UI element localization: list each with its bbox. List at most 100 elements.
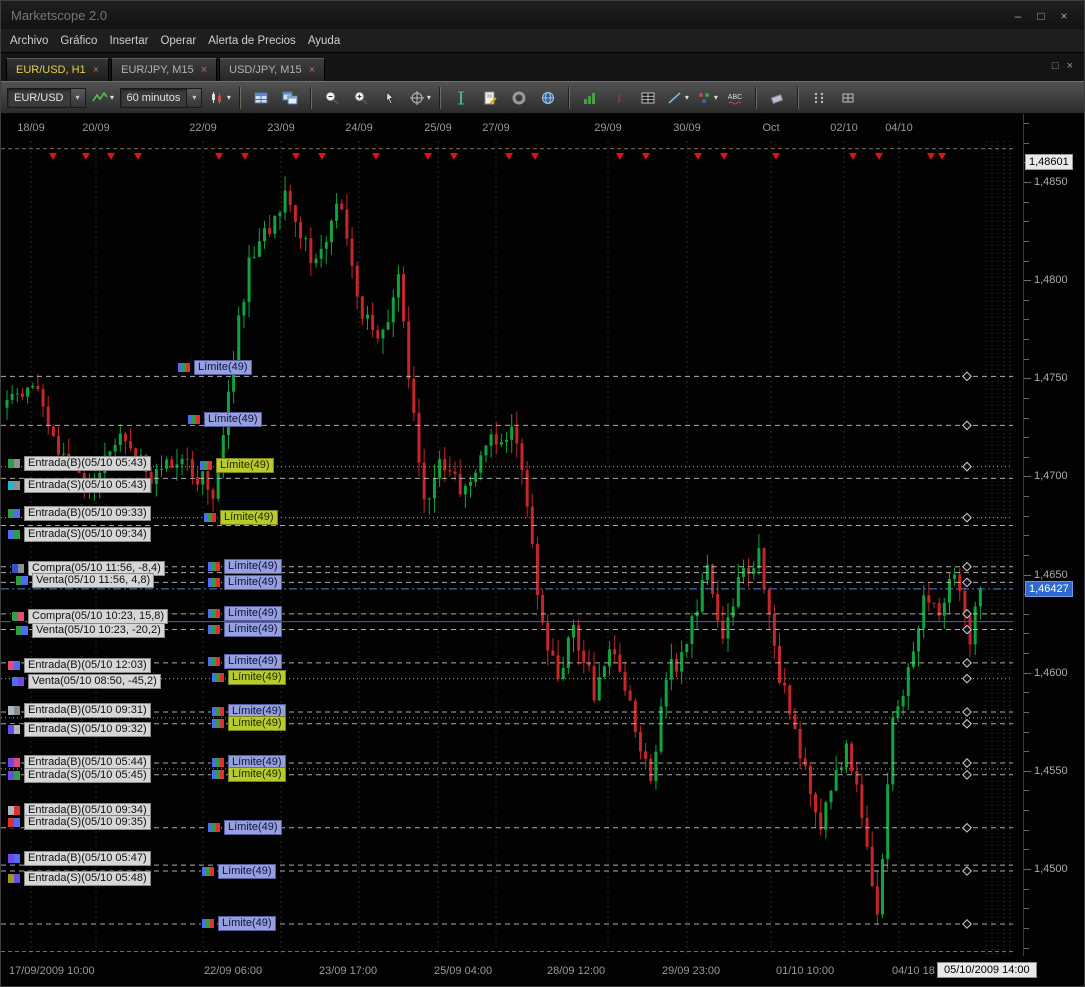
eraser-button[interactable] — [765, 86, 789, 110]
pointer-button[interactable] — [378, 86, 402, 110]
order-entry-label[interactable]: Entrada(S)(05/10 05:43) — [7, 478, 151, 493]
price-tick — [1024, 869, 1031, 870]
current-time-badge: 05/10/2009 14:00 — [937, 962, 1037, 978]
close-button[interactable]: × — [1054, 9, 1074, 23]
tab-eur-jpy-m15[interactable]: EUR/JPY, M15× — [111, 58, 217, 81]
price-tick — [1024, 751, 1029, 752]
tile-windows-button[interactable] — [278, 86, 302, 110]
menu-item-operar[interactable]: Operar — [160, 35, 196, 47]
tab-close-icon[interactable]: × — [309, 64, 315, 76]
order-entry-label[interactable]: Entrada(B)(05/10 09:31) — [7, 703, 151, 718]
order-entry-label[interactable]: Venta(05/10 08:50, -45,2) — [11, 674, 161, 689]
svg-text:I: I — [617, 91, 621, 105]
order-entry-label[interactable]: Entrada(S)(05/10 05:48) — [7, 871, 151, 886]
color-chip — [18, 564, 24, 573]
order-entry-label[interactable]: Entrada(S)(05/10 09:32) — [7, 722, 151, 737]
timeframe-select[interactable]: 60 minutos▾ — [120, 88, 203, 108]
zoom-in-button[interactable] — [349, 86, 373, 110]
limit-order-label[interactable]: Límite(49) — [211, 716, 286, 731]
color-chip — [216, 823, 220, 832]
zoom-in-icon — [352, 89, 370, 107]
order-entry-label[interactable]: Entrada(S)(05/10 09:34) — [7, 527, 151, 542]
time-axis-top[interactable]: 18/0920/0922/0923/0924/0925/0927/0929/09… — [1, 114, 1023, 141]
limit-order-label[interactable]: Límite(49) — [203, 510, 278, 525]
menu-item-alerta-de-precios[interactable]: Alerta de Precios — [208, 35, 296, 47]
tab-close-icon[interactable]: × — [93, 64, 99, 76]
menu-item-ayuda[interactable]: Ayuda — [308, 35, 340, 47]
bottom-axis-label: 29/09 23:00 — [662, 965, 720, 977]
new-chart-window-button[interactable] — [249, 86, 273, 110]
limit-order-label[interactable]: Límite(49) — [207, 820, 282, 835]
more-tools-button[interactable] — [807, 86, 831, 110]
order-entry-label[interactable]: Entrada(S)(05/10 09:35) — [7, 815, 151, 830]
layout-grid-button[interactable] — [836, 86, 860, 110]
zoom-out-button[interactable] — [320, 86, 344, 110]
price-tick — [1024, 359, 1029, 360]
order-marker-icon — [7, 529, 21, 540]
limit-order-label[interactable]: Límite(49) — [207, 559, 282, 574]
color-chip — [14, 758, 20, 767]
limit-order-label[interactable]: Límite(49) — [211, 670, 286, 685]
price-tick — [1024, 535, 1029, 536]
menu-item-gr-fico[interactable]: Gráfico — [60, 35, 97, 47]
indicator-button[interactable] — [507, 86, 531, 110]
tab-label: EUR/USD, H1 — [16, 64, 86, 76]
tab-close-icon[interactable]: × — [201, 64, 207, 76]
order-marker-icon — [7, 770, 21, 781]
order-entry-label[interactable]: Venta(05/10 11:56, 4,8) — [15, 573, 154, 588]
maximize-button[interactable]: □ — [1031, 9, 1051, 23]
price-axis[interactable]: 1,48501,48001,47501,47001,46501,46001,45… — [1023, 114, 1085, 987]
limit-order-label[interactable]: Límite(49) — [201, 916, 276, 931]
color-chip — [220, 770, 224, 779]
order-marker-icon — [7, 853, 21, 864]
color-chip — [14, 806, 20, 815]
close-chart-icon[interactable]: × — [1067, 60, 1073, 72]
limit-order-label[interactable]: Límite(49) — [187, 412, 262, 427]
web-button[interactable] — [536, 86, 560, 110]
order-entry-label[interactable]: Entrada(B)(05/10 05:47) — [7, 851, 151, 866]
line-tool-button[interactable]: ▾ — [665, 86, 689, 110]
limit-order-text: Límite(49) — [228, 716, 286, 731]
bottom-axis-label: 17/09/2009 10:00 — [9, 965, 95, 977]
order-entry-text: Entrada(B)(05/10 12:03) — [24, 658, 151, 673]
text-tool-button[interactable]: I — [607, 86, 631, 110]
order-entry-label[interactable]: Entrada(B)(05/10 05:43) — [7, 456, 151, 471]
chart-analysis-button[interactable] — [578, 86, 602, 110]
measure-button[interactable] — [449, 86, 473, 110]
menu-item-insertar[interactable]: Insertar — [109, 35, 148, 47]
limit-order-label[interactable]: Límite(49) — [207, 606, 282, 621]
crosshair-button[interactable]: ▾ — [407, 86, 431, 110]
annotation-button[interactable] — [478, 86, 502, 110]
chart-canvas[interactable] — [1, 141, 1023, 956]
chevron-down-icon: ▾ — [70, 89, 85, 107]
order-entry-label[interactable]: Venta(05/10 10:23, -20,2) — [15, 623, 165, 638]
titlebar[interactable]: Marketscope 2.0 –□× — [1, 1, 1084, 29]
data-window-button[interactable] — [636, 86, 660, 110]
limit-order-label[interactable]: Límite(49) — [199, 458, 274, 473]
tab-usd-jpy-m15[interactable]: USD/JPY, M15× — [219, 58, 325, 81]
toolbar-separator — [439, 87, 441, 109]
limit-order-label[interactable]: Límite(49) — [207, 575, 282, 590]
order-entry-label[interactable]: Entrada(S)(05/10 05:45) — [7, 768, 151, 783]
tab-eur-usd-h1[interactable]: EUR/USD, H1 × — [6, 58, 109, 81]
chart-type-button[interactable]: ▾ — [207, 86, 231, 110]
menu-item-archivo[interactable]: Archivo — [10, 35, 48, 47]
limit-order-label[interactable]: Límite(49) — [211, 767, 286, 782]
limit-order-label[interactable]: Límite(49) — [207, 622, 282, 637]
minimize-button[interactable]: – — [1008, 9, 1028, 23]
marker-tool-button[interactable]: ▾ — [694, 86, 718, 110]
limit-order-label[interactable]: Límite(49) — [177, 360, 252, 375]
limit-order-label[interactable]: Límite(49) — [207, 654, 282, 669]
time-axis-bottom[interactable]: 17/09/2009 10:0022/09 06:0023/09 17:0025… — [1, 956, 1085, 987]
symbol-select[interactable]: EUR/USD▾ — [7, 88, 86, 108]
top-axis-label: 23/09 — [267, 122, 295, 134]
order-entry-label[interactable]: Compra(05/10 10:23, 15,8) — [11, 609, 168, 624]
limit-marker-icon — [211, 769, 225, 780]
spelling-button[interactable]: ABC — [723, 86, 747, 110]
restore-chart-icon[interactable]: □ — [1052, 60, 1059, 72]
order-marker-icon — [7, 458, 21, 469]
limit-order-label[interactable]: Límite(49) — [201, 864, 276, 879]
order-entry-label[interactable]: Entrada(B)(05/10 12:03) — [7, 658, 151, 673]
tick-chart-button[interactable]: ▾ — [91, 86, 115, 110]
order-entry-label[interactable]: Entrada(B)(05/10 09:33) — [7, 506, 151, 521]
